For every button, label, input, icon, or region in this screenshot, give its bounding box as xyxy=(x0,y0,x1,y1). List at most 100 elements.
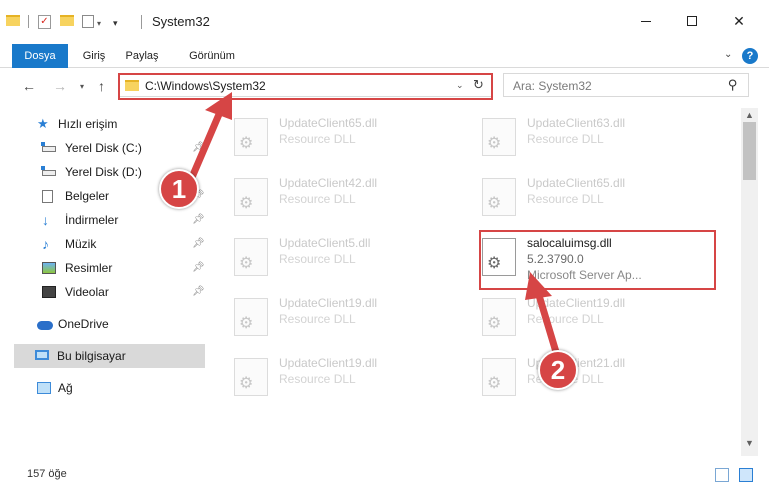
sidebar-item-music[interactable]: ♪ Müzik 📌︎ xyxy=(0,232,205,256)
sidebar-item-downloads[interactable]: ↓ İndirmeler 📌︎ xyxy=(0,208,205,232)
recent-locations-icon[interactable]: ▾ xyxy=(80,82,84,91)
file-item[interactable]: UpdateClient63.dll Resource DLL xyxy=(474,112,714,160)
sidebar-item-label: Bu bilgisayar xyxy=(57,349,126,363)
file-item[interactable]: UpdateClient21.dll Resource DLL xyxy=(474,352,714,400)
callout-badge-1: 1 xyxy=(159,169,199,209)
scroll-down-icon[interactable]: ▼ xyxy=(745,438,754,448)
tab-paylas[interactable]: Paylaş xyxy=(121,44,163,68)
file-description: Resource DLL xyxy=(279,312,356,326)
scrollbar-thumb[interactable] xyxy=(743,122,756,180)
file-name: UpdateClient19.dll xyxy=(527,296,626,310)
sidebar-item-onedrive[interactable]: OneDrive xyxy=(0,312,205,336)
dll-file-icon xyxy=(482,118,516,156)
file-list: UpdateClient65.dll Resource DLL UpdateCl… xyxy=(214,108,741,456)
file-description: Resource DLL xyxy=(279,192,356,206)
pin-icon[interactable]: 📌︎ xyxy=(192,262,205,273)
file-name: UpdateClient19.dll xyxy=(279,356,378,370)
details-view-icon[interactable] xyxy=(715,468,729,482)
help-icon[interactable]: ? xyxy=(742,48,758,64)
properties-check-icon[interactable]: ✓ xyxy=(38,15,51,29)
pin-icon[interactable]: 📌︎ xyxy=(192,214,205,225)
file-item[interactable]: UpdateClient65.dll Resource DLL xyxy=(226,112,466,160)
this-pc-icon xyxy=(35,350,49,360)
maximize-button[interactable] xyxy=(669,6,715,36)
sidebar-item-label: Ağ xyxy=(58,381,73,395)
file-item-salocaluimsg[interactable]: salocaluimsg.dll 5.2.3790.0 Microsoft Se… xyxy=(474,232,714,282)
drive-icon xyxy=(41,166,56,176)
dll-file-icon xyxy=(234,238,268,276)
sidebar-item-label: OneDrive xyxy=(58,317,109,331)
status-bar: 157 öğe xyxy=(0,456,769,496)
pin-icon[interactable]: 📌︎ xyxy=(192,286,205,297)
music-icon: ♪ xyxy=(42,236,49,252)
dll-file-icon xyxy=(234,358,268,396)
sidebar-item-label: Müzik xyxy=(65,237,97,251)
sidebar-item-local-disk-c[interactable]: Yerel Disk (C:) 📌︎ xyxy=(0,136,205,160)
sidebar-item-network[interactable]: Ağ xyxy=(0,376,205,400)
sidebar-item-pictures[interactable]: Resimler 📌︎ xyxy=(0,256,205,280)
back-arrow-icon[interactable]: ← xyxy=(22,78,36,94)
forward-arrow-icon[interactable]: → xyxy=(53,78,67,94)
sidebar-item-label: İndirmeler xyxy=(65,213,119,227)
large-icons-view-icon[interactable] xyxy=(739,468,753,482)
search-box[interactable]: Ara: System32 ⚲ xyxy=(503,73,749,97)
ribbon-tabs: Dosya Giriş Paylaş Görünüm ⌄ ? xyxy=(0,44,769,68)
sidebar-item-quick-access[interactable]: ★ Hızlı erişim xyxy=(0,112,205,136)
close-icon: ✕ xyxy=(733,12,745,29)
tab-dosya[interactable]: Dosya xyxy=(12,44,68,68)
file-name: UpdateClient65.dll xyxy=(527,176,626,190)
minimize-button[interactable] xyxy=(623,6,669,36)
address-path[interactable]: C:\Windows\System32 xyxy=(145,79,266,93)
close-button[interactable]: ✕ xyxy=(716,6,762,36)
dll-file-icon xyxy=(482,298,516,336)
file-item[interactable]: UpdateClient19.dll Resource DLL xyxy=(474,292,714,340)
vertical-scrollbar[interactable]: ▲ ▼ xyxy=(741,108,758,456)
up-arrow-icon[interactable]: ↑ xyxy=(98,78,105,94)
expand-ribbon-icon[interactable]: ⌄ xyxy=(724,49,732,60)
divider xyxy=(141,15,142,29)
file-item[interactable]: UpdateClient19.dll Resource DLL xyxy=(226,352,466,400)
search-icon[interactable]: ⚲ xyxy=(728,77,738,93)
file-description: Microsoft Server Ap... xyxy=(527,268,642,282)
sidebar-item-this-pc[interactable]: Bu bilgisayar xyxy=(14,344,205,368)
chevron-down-icon[interactable]: ⌄ xyxy=(456,80,464,91)
network-icon xyxy=(37,382,51,394)
chevron-down-icon[interactable]: ▾ xyxy=(97,15,101,31)
star-icon: ★ xyxy=(37,116,49,131)
file-item[interactable]: UpdateClient65.dll Resource DLL xyxy=(474,172,714,220)
tab-giris[interactable]: Giriş xyxy=(79,44,109,68)
dll-file-icon xyxy=(234,178,268,216)
properties-icon[interactable] xyxy=(82,15,94,28)
pin-icon[interactable]: 📌︎ xyxy=(192,238,205,249)
divider xyxy=(28,15,29,28)
refresh-icon[interactable]: ↻ xyxy=(473,77,484,93)
onedrive-icon xyxy=(37,321,53,330)
title-bar: ✓ ▾ ▾ System32 ✕ xyxy=(0,0,769,44)
scroll-up-icon[interactable]: ▲ xyxy=(745,110,754,120)
navigation-pane: ★ Hızlı erişim Yerel Disk (C:) 📌︎ Yerel … xyxy=(0,108,210,456)
file-item[interactable]: UpdateClient5.dll Resource DLL xyxy=(226,232,466,280)
callout-badge-2: 2 xyxy=(538,350,578,390)
file-description: Resource DLL xyxy=(527,312,604,326)
drive-icon xyxy=(41,142,56,152)
file-description: Resource DLL xyxy=(527,192,604,206)
address-bar[interactable]: C:\Windows\System32 ⌄ ↻ xyxy=(118,73,493,97)
sidebar-item-videos[interactable]: Videolar 📌︎ xyxy=(0,280,205,304)
tab-gorunum[interactable]: Görünüm xyxy=(187,44,237,68)
pin-icon[interactable]: 📌︎ xyxy=(192,142,205,153)
videos-icon xyxy=(42,286,56,298)
downloads-icon: ↓ xyxy=(42,212,49,228)
file-description: Resource DLL xyxy=(279,252,356,266)
sidebar-item-label: Yerel Disk (D:) xyxy=(65,165,142,179)
file-version: 5.2.3790.0 xyxy=(527,252,584,266)
file-name: UpdateClient42.dll xyxy=(279,176,378,190)
file-item[interactable]: UpdateClient42.dll Resource DLL xyxy=(226,172,466,220)
maximize-icon xyxy=(687,16,697,26)
new-folder-icon[interactable] xyxy=(60,15,74,26)
customize-toolbar-icon[interactable]: ▾ xyxy=(113,15,118,31)
file-description: Resource DLL xyxy=(279,132,356,146)
search-input[interactable]: Ara: System32 xyxy=(513,79,592,93)
file-item[interactable]: UpdateClient19.dll Resource DLL xyxy=(226,292,466,340)
sidebar-item-label: Videolar xyxy=(65,285,109,299)
file-name: UpdateClient19.dll xyxy=(279,296,378,310)
